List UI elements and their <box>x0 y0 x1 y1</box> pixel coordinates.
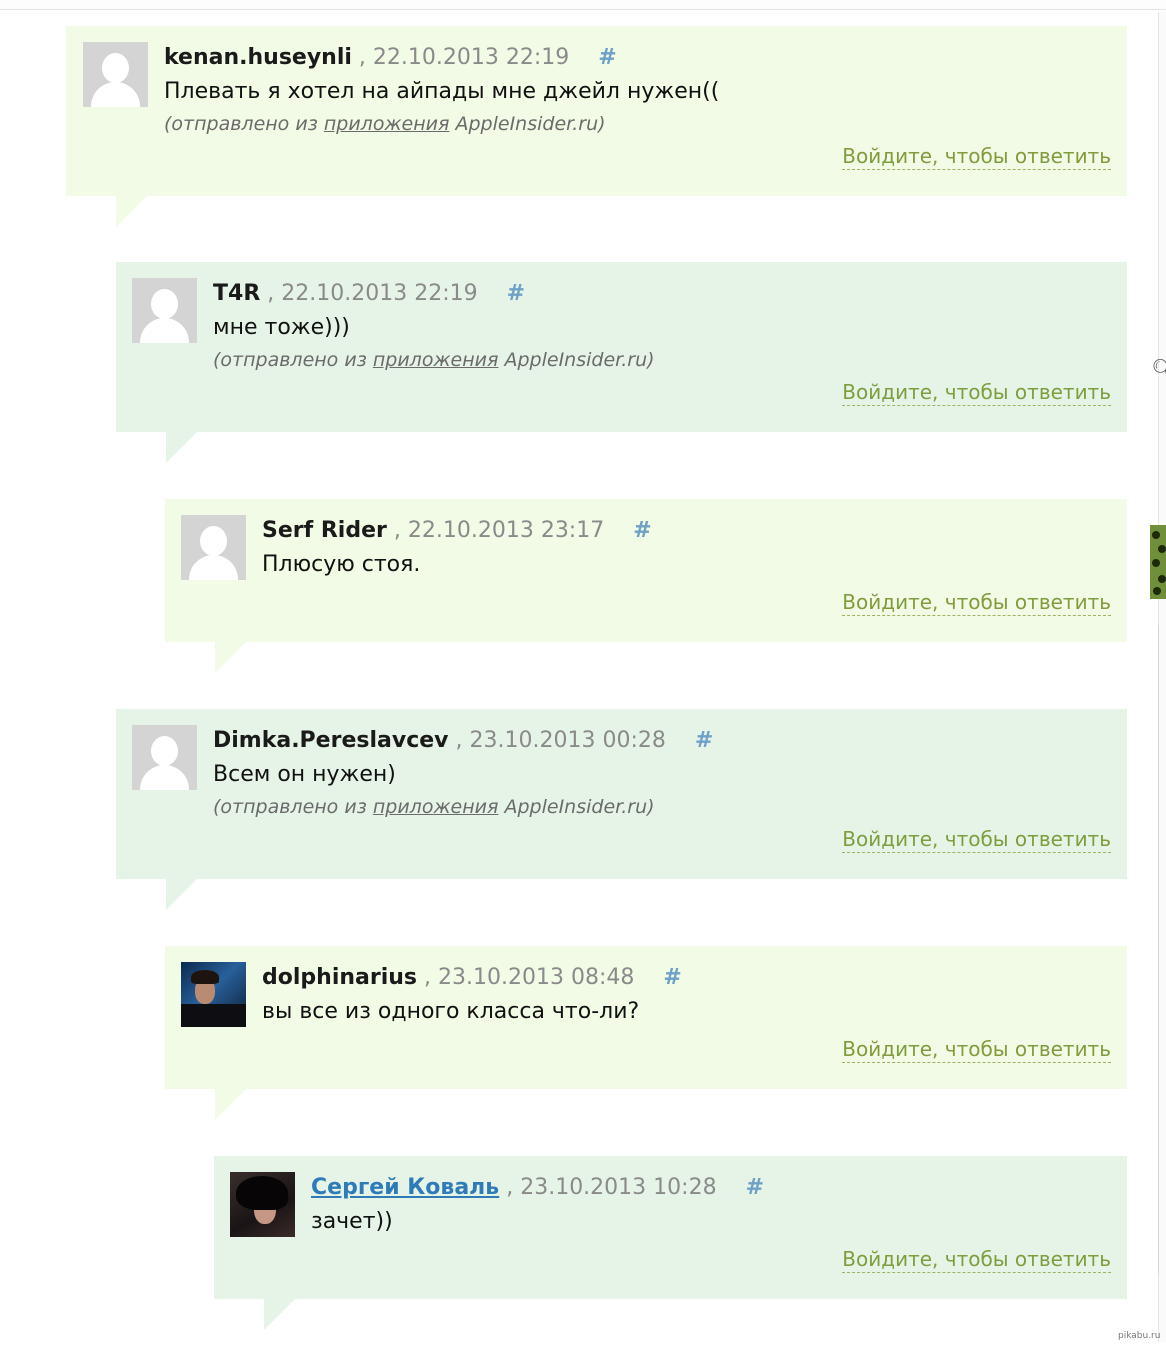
login-to-reply-link[interactable]: Войдите, чтобы ответить <box>842 143 1111 170</box>
comment: dolphinarius , 23.10.2013 08:48 # вы все… <box>165 946 1127 1120</box>
default-user-avatar[interactable] <box>181 515 246 580</box>
comment-date: 23.10.2013 10:28 <box>520 1175 717 1200</box>
source-suffix: AppleInsider.ru) <box>498 349 655 371</box>
comment-pointer <box>116 195 148 227</box>
comment: Serf Rider , 22.10.2013 23:17 # Плюсую с… <box>165 499 1127 673</box>
comment-date: 22.10.2013 23:17 <box>407 518 605 543</box>
comment-separator: , <box>424 965 432 990</box>
comment-text: Плевать я хотел на айпады мне джейл нуже… <box>164 79 720 104</box>
source-app-link[interactable]: приложения <box>324 113 450 135</box>
login-to-reply-link[interactable]: Войдите, чтобы ответить <box>842 379 1111 406</box>
comment-body: Dimka.Pereslavcev , 23.10.2013 00:28 # В… <box>213 725 1111 821</box>
comment-source: (отправлено из приложения AppleInsider.r… <box>213 793 1111 821</box>
comment-separator: , <box>455 728 463 753</box>
comment-permalink[interactable]: # <box>746 1175 764 1200</box>
comment-author[interactable]: T4R <box>213 281 260 306</box>
comment-separator: , <box>506 1175 514 1200</box>
source-prefix: (отправлено из <box>164 113 324 135</box>
search-icon[interactable]: 🔍︎ <box>1151 359 1166 379</box>
comment-author[interactable]: Serf Rider <box>262 518 387 543</box>
comment-pointer <box>166 878 198 910</box>
comment-header: Сергей Коваль , 23.10.2013 10:28 # <box>311 1172 1111 1204</box>
comment-pointer <box>215 1088 247 1120</box>
comment-body: dolphinarius , 23.10.2013 08:48 # вы все… <box>262 962 1111 1030</box>
user-photo-avatar[interactable] <box>181 962 246 1027</box>
source-app-link[interactable]: приложения <box>373 796 499 818</box>
comment-body: kenan.huseynli , 22.10.2013 22:19 # Плев… <box>164 42 1111 138</box>
comment: T4R , 22.10.2013 22:19 # мне тоже))) (от… <box>116 262 1127 463</box>
comment-header: T4R , 22.10.2013 22:19 # <box>213 278 1111 310</box>
source-app-link[interactable]: приложения <box>373 349 499 371</box>
comment-pointer <box>166 431 198 463</box>
comment-author-link[interactable]: Сергей Коваль <box>311 1175 499 1200</box>
comment-date: 23.10.2013 00:28 <box>469 728 666 753</box>
comment-text: Плюсую стоя. <box>262 552 421 577</box>
top-border <box>0 0 1166 10</box>
comment-text: Всем он нужен) <box>213 762 396 787</box>
comment-permalink[interactable]: # <box>695 728 713 753</box>
login-to-reply-link[interactable]: Войдите, чтобы ответить <box>842 589 1111 616</box>
comment-header: Dimka.Pereslavcev , 23.10.2013 00:28 # <box>213 725 1111 757</box>
comment-author[interactable]: Dimka.Pereslavcev <box>213 728 449 753</box>
source-prefix: (отправлено из <box>213 349 373 371</box>
comment-body: Serf Rider , 22.10.2013 23:17 # Плюсую с… <box>262 515 1111 583</box>
default-user-avatar[interactable] <box>132 278 197 343</box>
comment-separator: , <box>393 518 401 543</box>
source-prefix: (отправлено из <box>213 796 373 818</box>
source-suffix: AppleInsider.ru) <box>449 113 606 135</box>
comment-permalink[interactable]: # <box>633 518 651 543</box>
comment-header: dolphinarius , 23.10.2013 08:48 # <box>262 962 1111 994</box>
comment-body: T4R , 22.10.2013 22:19 # мне тоже))) (от… <box>213 278 1111 374</box>
comment-permalink[interactable]: # <box>598 45 616 70</box>
comment-text: вы все из одного класса что-ли? <box>262 999 640 1024</box>
comment-author[interactable]: kenan.huseynli <box>164 45 352 70</box>
login-to-reply-link[interactable]: Войдите, чтобы ответить <box>842 1036 1111 1063</box>
comment: Dimka.Pereslavcev , 23.10.2013 00:28 # В… <box>116 709 1127 910</box>
side-panel-frame <box>1158 625 1166 1275</box>
user-photo-avatar[interactable] <box>230 1172 295 1237</box>
comment-separator: , <box>267 281 275 306</box>
comment-source: (отправлено из приложения AppleInsider.r… <box>213 346 1111 374</box>
login-to-reply-link[interactable]: Войдите, чтобы ответить <box>842 826 1111 853</box>
comment-source: (отправлено из приложения AppleInsider.r… <box>164 110 1111 138</box>
comment-text: зачет)) <box>311 1209 393 1234</box>
comment-date: 22.10.2013 22:19 <box>372 45 570 70</box>
comment-pointer <box>264 1298 296 1330</box>
comment-body: Сергей Коваль , 23.10.2013 10:28 # зачет… <box>311 1172 1111 1240</box>
side-banner-thumbnail[interactable] <box>1150 525 1166 599</box>
watermark: pikabu.ru <box>1118 1331 1161 1341</box>
comment-author[interactable]: dolphinarius <box>262 965 417 990</box>
comment: kenan.huseynli , 22.10.2013 22:19 # Плев… <box>66 26 1127 227</box>
default-user-avatar[interactable] <box>132 725 197 790</box>
login-to-reply-link[interactable]: Войдите, чтобы ответить <box>842 1246 1111 1273</box>
comment-pointer <box>215 641 247 673</box>
default-user-avatar[interactable] <box>83 42 148 107</box>
comment-permalink[interactable]: # <box>663 965 681 990</box>
comment-header: kenan.huseynli , 22.10.2013 22:19 # <box>164 42 1111 74</box>
comment-header: Serf Rider , 22.10.2013 23:17 # <box>262 515 1111 547</box>
comment-separator: , <box>358 45 366 70</box>
comment-permalink[interactable]: # <box>507 281 525 306</box>
source-suffix: AppleInsider.ru) <box>498 796 655 818</box>
comment-date: 23.10.2013 08:48 <box>438 965 635 990</box>
comment: Сергей Коваль , 23.10.2013 10:28 # зачет… <box>214 1156 1127 1330</box>
comment-date: 22.10.2013 22:19 <box>281 281 478 306</box>
comment-text: мне тоже))) <box>213 315 350 340</box>
